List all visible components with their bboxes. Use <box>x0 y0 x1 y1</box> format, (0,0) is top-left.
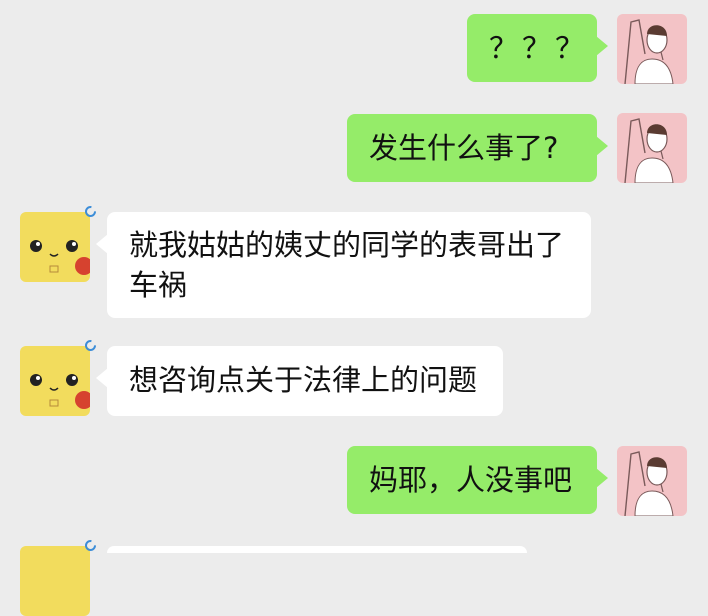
message-bubble-incoming[interactable] <box>107 546 527 553</box>
message-text: 想咨询点关于法律上的问题 <box>129 363 478 397</box>
message-bubble-incoming[interactable]: 想咨询点关于法律上的问题 <box>96 346 503 416</box>
pikachu-icon <box>20 212 90 282</box>
chat-area: ？？？ 发生什么事了? 就我姑姑的姨丈的同学的表哥出了 车祸 想咨询点关于法律上… <box>0 0 708 616</box>
message-text: 妈耶，人没事吧 <box>369 463 573 497</box>
woman-sketch-icon <box>617 113 687 183</box>
pikachu-icon <box>20 346 90 416</box>
message-bubble-outgoing[interactable]: ？？？ <box>467 14 608 82</box>
message-bubble-incoming[interactable]: 就我姑姑的姨丈的同学的表哥出了 车祸 <box>96 212 591 318</box>
self-avatar[interactable] <box>617 14 687 84</box>
woman-sketch-icon <box>617 14 687 84</box>
message-text: 发生什么事了? <box>369 131 559 165</box>
self-avatar[interactable] <box>617 113 687 183</box>
loading-ring-icon <box>84 205 97 218</box>
contact-avatar[interactable] <box>20 346 90 416</box>
pikachu-icon <box>20 546 90 616</box>
message-text-line: 车祸 <box>129 268 188 302</box>
contact-avatar[interactable] <box>20 212 90 282</box>
contact-avatar[interactable] <box>20 546 90 616</box>
message-text: ？？？ <box>489 31 589 65</box>
woman-sketch-icon <box>617 446 687 516</box>
loading-ring-icon <box>84 539 97 552</box>
self-avatar[interactable] <box>617 446 687 516</box>
message-bubble-outgoing[interactable]: 妈耶，人没事吧 <box>347 446 608 514</box>
loading-ring-icon <box>84 339 97 352</box>
message-bubble-outgoing[interactable]: 发生什么事了? <box>347 114 608 182</box>
message-text-line: 就我姑姑的姨丈的同学的表哥出了 <box>129 228 565 262</box>
